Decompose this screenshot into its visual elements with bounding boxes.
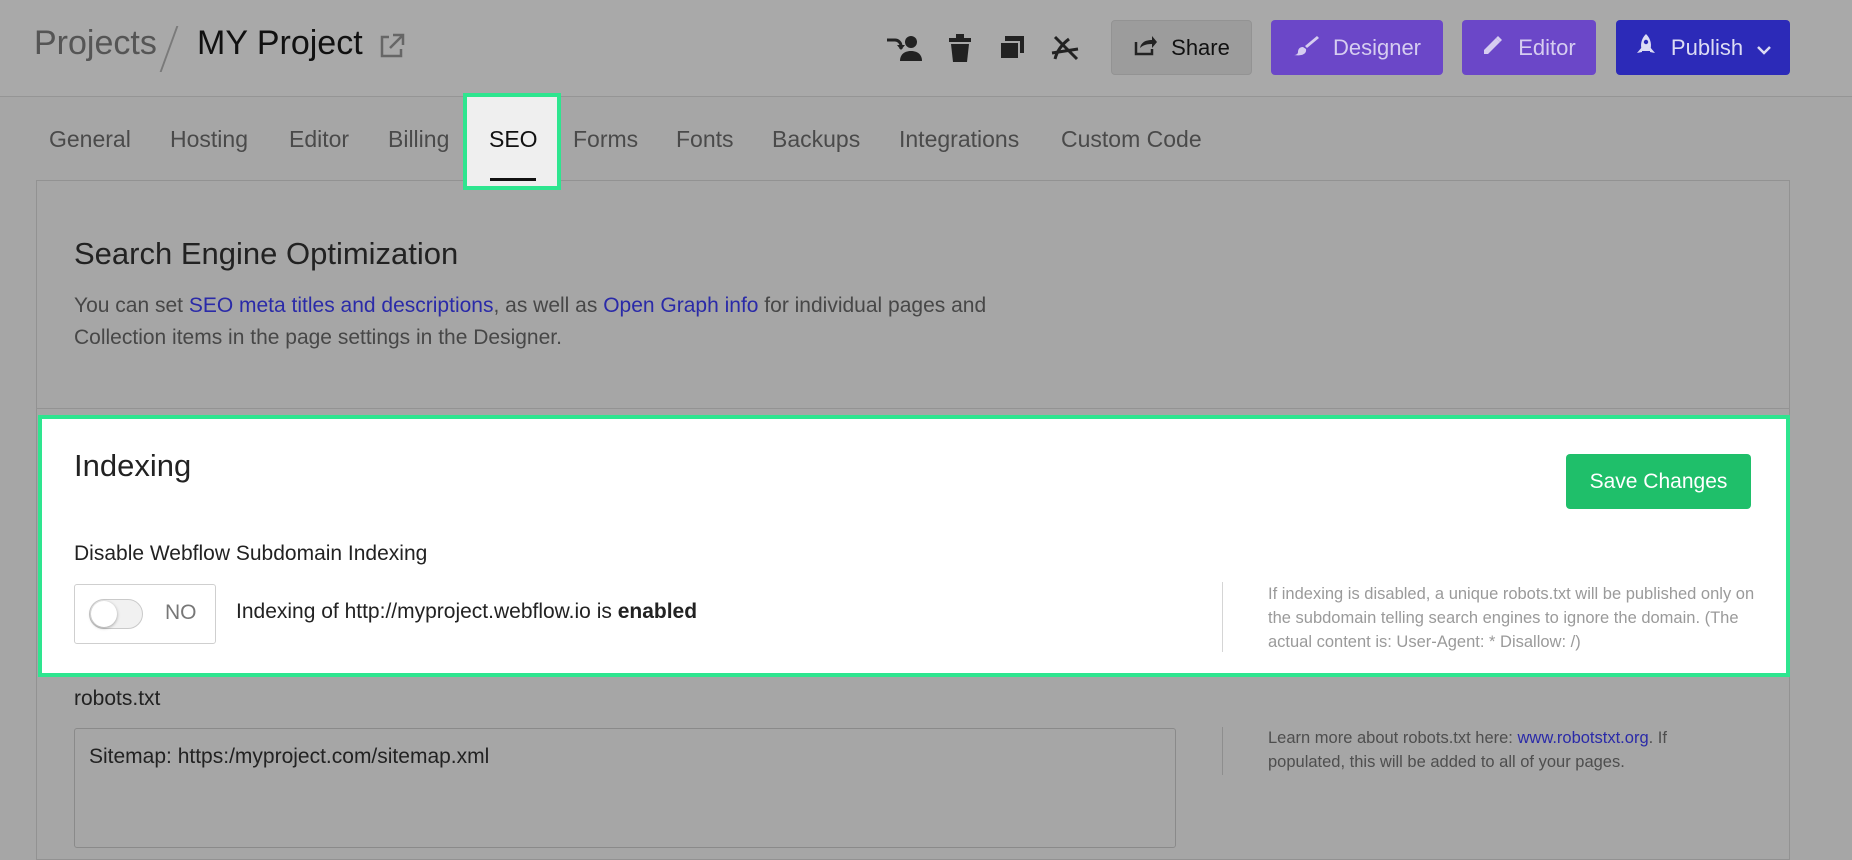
indexing-status: Indexing of http://myproject.webflow.io … [236, 600, 698, 623]
vertical-divider [1222, 582, 1223, 652]
trash-icon[interactable] [940, 30, 980, 66]
pencil-icon [1482, 34, 1504, 62]
share-button[interactable]: Share [1111, 20, 1252, 75]
active-tab-indicator [490, 178, 536, 181]
tab-billing[interactable]: Billing [388, 126, 449, 153]
seo-description: You can set SEO meta titles and descript… [74, 294, 987, 349]
disable-indexing-label: Disable Webflow Subdomain Indexing [74, 542, 428, 565]
tab-custom-code[interactable]: Custom Code [1061, 126, 1202, 153]
tab-integrations[interactable]: Integrations [899, 126, 1019, 153]
indexing-toggle[interactable]: NO [74, 584, 216, 644]
rocket-icon [1635, 33, 1657, 63]
robots-textarea[interactable]: Sitemap: https:/myproject.com/sitemap.xm… [74, 728, 1176, 848]
indexing-help-text: If indexing is disabled, a unique robots… [1268, 585, 1755, 651]
designer-button[interactable]: Designer [1271, 20, 1443, 75]
toggle-state-label: NO [165, 601, 197, 624]
unpublish-icon[interactable] [1045, 30, 1085, 66]
save-changes-button[interactable]: Save Changes [1566, 454, 1751, 509]
robots-label: robots.txt [74, 687, 161, 710]
publish-button[interactable]: Publish [1616, 20, 1790, 75]
paintbrush-icon [1293, 34, 1319, 62]
tab-hosting[interactable]: Hosting [170, 126, 248, 153]
indexing-status-value: enabled [617, 600, 698, 623]
tab-fonts[interactable]: Fonts [676, 126, 734, 153]
duplicate-icon[interactable] [992, 30, 1032, 66]
project-title: MY Project [197, 24, 363, 62]
robotstxt-link[interactable]: www.robotstxt.org [1517, 729, 1648, 747]
seo-section-title: Search Engine Optimization [74, 236, 459, 271]
share-icon [1133, 34, 1158, 62]
tab-forms[interactable]: Forms [573, 126, 638, 153]
tab-backups[interactable]: Backups [772, 126, 860, 153]
external-link-icon[interactable] [378, 32, 406, 60]
robots-help-text: Learn more about robots.txt here: www.ro… [1268, 729, 1667, 771]
transfer-user-icon[interactable] [883, 30, 923, 66]
vertical-divider [1222, 727, 1223, 775]
editor-button[interactable]: Editor [1462, 20, 1596, 75]
seo-meta-link[interactable]: SEO meta titles and descriptions [189, 294, 494, 317]
section-divider [36, 408, 1790, 409]
tab-editor[interactable]: Editor [289, 126, 349, 153]
toggle-knob[interactable] [91, 601, 117, 627]
open-graph-link[interactable]: Open Graph info [603, 294, 758, 317]
toggle-track[interactable] [89, 599, 143, 629]
chevron-down-icon [1757, 35, 1771, 61]
tab-general[interactable]: General [49, 126, 131, 153]
tab-seo[interactable]: SEO [489, 126, 538, 153]
breadcrumb-projects[interactable]: Projects [34, 24, 157, 63]
indexing-title: Indexing [74, 448, 192, 483]
